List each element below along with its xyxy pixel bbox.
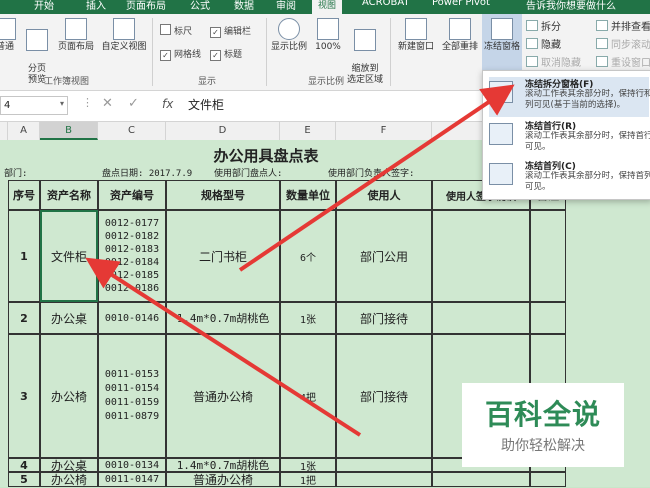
arrow-to-freeze-option xyxy=(238,84,515,272)
arrow-to-cell xyxy=(85,257,362,437)
watermark-logo: 百科全说 助你轻松解决 xyxy=(462,383,624,467)
